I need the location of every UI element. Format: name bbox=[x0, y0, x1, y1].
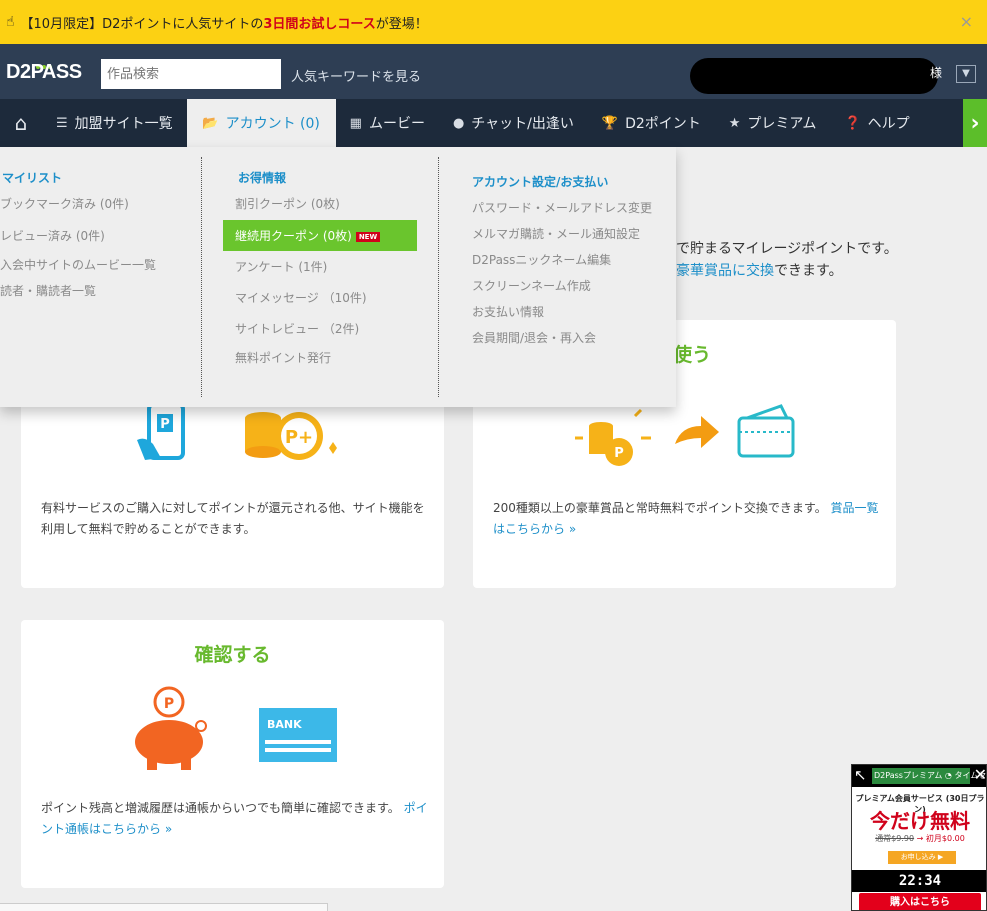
nav-points-label: D2ポイント bbox=[625, 116, 701, 132]
nav-movie-label: ムービー bbox=[368, 116, 425, 132]
nav-points[interactable]: 🏆 D2ポイント bbox=[588, 99, 715, 147]
nav-account-label: アカウント (0) bbox=[225, 116, 320, 132]
menu-renewal-coupon[interactable]: 継続用クーポン (0枚) NEW bbox=[223, 220, 417, 251]
menu-nickname[interactable]: D2Passニックネーム編集 bbox=[472, 251, 611, 268]
card-check-desc-text: ポイント残高と増減履歴は通帳からいつでも簡単に確認できます。 bbox=[41, 801, 400, 815]
menu-free-points[interactable]: 無料ポイント発行 bbox=[235, 349, 331, 366]
trophy-icon: 🏆 bbox=[601, 115, 619, 131]
intro-link[interactable]: 豪華賞品に交換 bbox=[676, 263, 774, 279]
expand-icon[interactable]: ↖ bbox=[854, 766, 867, 784]
ad-price: 通常$9.90 → 初月$0.00 bbox=[852, 833, 986, 844]
chevron-down-icon[interactable]: ▼ bbox=[956, 65, 976, 83]
site-header: D2PASS 人気キーワードを見る 様 ▼ bbox=[0, 44, 987, 99]
svg-text:P: P bbox=[160, 417, 170, 432]
folder-open-icon: 📂 bbox=[202, 115, 219, 131]
intro-line-2-post: できます。 bbox=[774, 263, 843, 279]
ad-headline: 今だけ無料 bbox=[870, 809, 970, 833]
column-divider bbox=[438, 157, 439, 397]
film-icon: ▦ bbox=[349, 115, 362, 131]
banner-text-post: が登場！ bbox=[375, 16, 428, 32]
ad-header: ↖ D2Passプレミアム ◔ タイムセール ✕ bbox=[852, 765, 986, 787]
popular-keywords-link[interactable]: 人気キーワードを見る bbox=[291, 66, 421, 85]
star-icon: ★ bbox=[728, 115, 741, 131]
search-input[interactable] bbox=[101, 59, 281, 89]
nav-sites[interactable]: ☰ 加盟サイト一覧 bbox=[42, 99, 187, 147]
menu-membership[interactable]: 会員期間/退会・再入会 bbox=[472, 329, 596, 346]
list-icon: ☰ bbox=[56, 115, 68, 131]
nav-home[interactable]: ⌂ bbox=[0, 99, 42, 147]
nav-account[interactable]: 📂 アカウント (0) bbox=[186, 99, 336, 147]
menu-my-messages[interactable]: マイメッセージ （10件) bbox=[235, 289, 367, 306]
svg-text:P: P bbox=[614, 446, 624, 461]
card-check-desc: ポイント残高と増減履歴は通帳からいつでも簡単に確認できます。 ポイント通帳はこち… bbox=[41, 798, 431, 840]
nav-movie[interactable]: ▦ ムービー bbox=[336, 99, 439, 147]
user-name-redacted bbox=[690, 58, 938, 94]
coins-point-icon: P+ bbox=[245, 412, 337, 460]
ad-new-price: → 初月$0.00 bbox=[916, 834, 965, 843]
deals-heading: お得情報 bbox=[238, 171, 287, 185]
ad-old-price: 通常$9.90 bbox=[875, 834, 915, 843]
nav-sites-label: 加盟サイト一覧 bbox=[74, 116, 173, 132]
nav-help-label: ヘルプ bbox=[867, 116, 910, 132]
close-icon[interactable]: × bbox=[960, 12, 973, 31]
premium-ad[interactable]: ↖ D2Passプレミアム ◔ タイムセール ✕ プレミアム会員サービス (30… bbox=[851, 764, 987, 911]
nav-chat-label: チャット/出逢い bbox=[471, 116, 574, 132]
account-dropdown: マイリスト ブックマーク済み (0件) レビュー済み (0件) 入会中サイトのム… bbox=[0, 147, 676, 407]
question-icon: ❓ bbox=[844, 115, 861, 131]
promo-banner[interactable]: ☝ 【10月限定】D2ポイントに人気サイトの 3日間お試しコース が登場！ × bbox=[0, 0, 987, 44]
svg-text:P: P bbox=[164, 696, 174, 712]
ad-timer: 22:34 bbox=[852, 870, 986, 892]
arrow-right-icon bbox=[675, 416, 719, 448]
user-suffix: 様 bbox=[930, 66, 943, 80]
menu-newsletter[interactable]: メルマガ購読・メール通知設定 bbox=[472, 225, 640, 242]
card-use-desc-text: 200種類以上の豪華賞品と常時無料でポイント交換できます。 bbox=[493, 501, 827, 515]
menu-renewal-coupon-label: 継続用クーポン (0枚) bbox=[235, 229, 352, 243]
menu-discount-coupon[interactable]: 割引クーポン (0枚) bbox=[235, 195, 340, 212]
chat-icon: ● bbox=[452, 115, 465, 131]
card-check-title: 確認する bbox=[194, 644, 271, 666]
menu-payment-info[interactable]: お支払い情報 bbox=[472, 303, 544, 320]
ad-apply-button[interactable]: お申し込み ▶ bbox=[888, 851, 956, 864]
nav-premium[interactable]: ★ プレミアム bbox=[715, 99, 831, 147]
card-check: 確認する P BANK ポイント残高と増減履歴は通帳からいつでも簡単に確認できま… bbox=[21, 620, 444, 888]
banner-highlight: 3日間お試しコース bbox=[263, 16, 376, 32]
thumbs-up-icon: ☝ bbox=[6, 14, 15, 30]
menu-site-reviews[interactable]: サイトレビュー （2件) bbox=[235, 320, 359, 337]
main-nav: ⌂ ☰ 加盟サイト一覧 📂 アカウント (0) ▦ ムービー ● チャット/出逢… bbox=[0, 99, 987, 147]
intro-line-2: 豪華賞品に交換できます。 bbox=[676, 260, 843, 280]
status-bar bbox=[0, 903, 328, 911]
menu-survey[interactable]: アンケート (1件) bbox=[235, 258, 327, 275]
menu-password-email[interactable]: パスワード・メールアドレス変更 bbox=[472, 199, 652, 216]
card-use-desc: 200種類以上の豪華賞品と常時無料でポイント交換できます。 賞品一覧はこちらから… bbox=[493, 498, 883, 540]
svg-text:P+: P+ bbox=[285, 427, 313, 448]
menu-reviews[interactable]: レビュー済み (0件) bbox=[0, 227, 105, 244]
bank-label: BANK bbox=[267, 718, 302, 731]
new-badge: NEW bbox=[355, 231, 381, 242]
column-divider bbox=[201, 157, 202, 397]
nav-premium-label: プレミアム bbox=[747, 116, 817, 132]
ticket-icon bbox=[737, 404, 795, 458]
close-icon[interactable]: ✕ bbox=[974, 765, 986, 784]
intro-line-1: で貯まるマイレージポイントです。 bbox=[676, 241, 898, 257]
bank-book-icon bbox=[259, 708, 337, 762]
site-logo[interactable]: D2PASS bbox=[6, 61, 82, 84]
phone-point-icon: P bbox=[137, 402, 185, 460]
home-icon: ⌂ bbox=[14, 111, 28, 135]
nav-help[interactable]: ❓ ヘルプ bbox=[830, 99, 923, 147]
menu-joined-movies[interactable]: 入会中サイトのムービー一覧 bbox=[0, 256, 156, 273]
menu-readers[interactable]: 読者・購読者一覧 bbox=[0, 282, 96, 299]
card-earn-desc: 有料サービスのご購入に対してポイントが還元される他、サイト機能を利用して無料で貯… bbox=[41, 501, 425, 536]
chevron-right-icon[interactable]: › bbox=[963, 99, 987, 147]
nav-chat[interactable]: ● チャット/出逢い bbox=[439, 99, 588, 147]
ad-buy-button[interactable]: 購入はこちら bbox=[859, 893, 981, 910]
banner-text-pre: 【10月限定】D2ポイントに人気サイトの bbox=[20, 16, 264, 32]
ad-bar: D2Passプレミアム ◔ タイムセール bbox=[872, 768, 986, 784]
account-settings-heading: アカウント設定/お支払い bbox=[472, 175, 609, 189]
coin-stack-icon: P bbox=[575, 408, 651, 466]
mylist-heading: マイリスト bbox=[2, 171, 63, 185]
menu-bookmarks[interactable]: ブックマーク済み (0件) bbox=[0, 195, 129, 212]
menu-screen-name[interactable]: スクリーンネーム作成 bbox=[472, 277, 591, 294]
piggy-bank-icon: P bbox=[135, 686, 207, 770]
